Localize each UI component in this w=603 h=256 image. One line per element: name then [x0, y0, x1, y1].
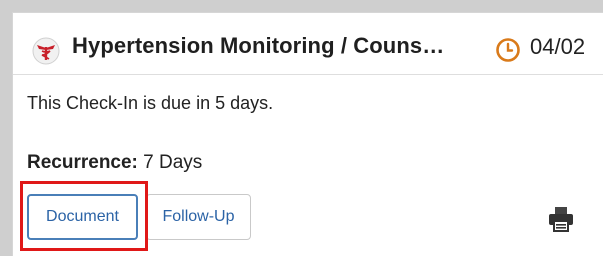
- due-status-text: This Check-In is due in 5 days.: [27, 93, 274, 113]
- due-date: 04/02: [530, 34, 586, 59]
- clock-icon: [496, 38, 520, 62]
- printer-icon[interactable]: [547, 206, 575, 232]
- follow-up-button[interactable]: Follow-Up: [146, 194, 251, 240]
- recurrence-label: Recurrence:: [27, 152, 138, 173]
- caduceus-icon: [32, 37, 60, 65]
- screenshot-frame: Hypertension Monitoring / Couns… 04/02 T…: [0, 0, 603, 256]
- check-in-card: Hypertension Monitoring / Couns… 04/02 T…: [12, 12, 603, 256]
- document-button[interactable]: Document: [27, 194, 138, 240]
- recurrence-info: Recurrence: 7 Days: [27, 152, 202, 174]
- card-header: Hypertension Monitoring / Couns… 04/02: [13, 13, 603, 75]
- card-title: Hypertension Monitoring / Couns…: [72, 33, 445, 58]
- recurrence-value: 7 Days: [143, 152, 203, 173]
